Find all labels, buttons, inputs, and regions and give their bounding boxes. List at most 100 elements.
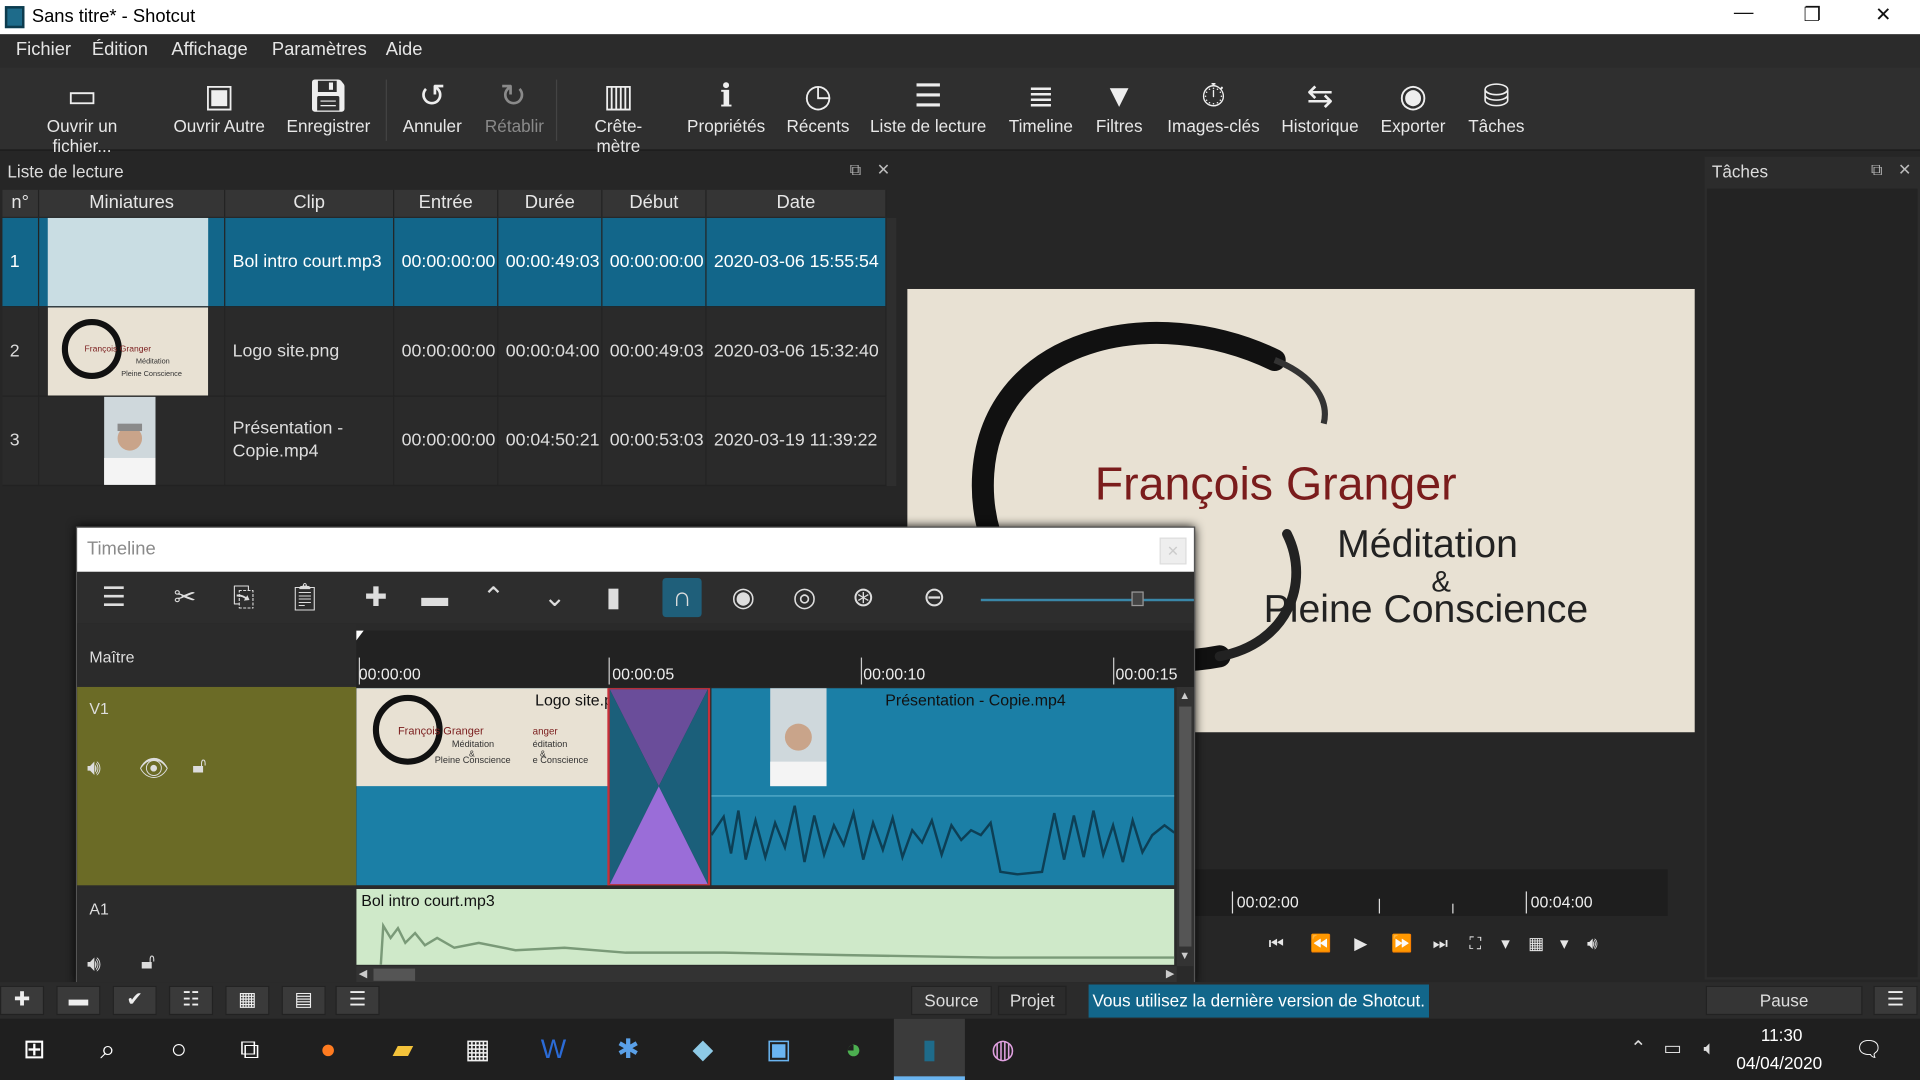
skip-start-icon[interactable]: ⏮ xyxy=(1269,933,1287,954)
playlist-menu-icon[interactable]: ☰ xyxy=(335,985,380,1016)
volume-icon[interactable]: 🔊︎ xyxy=(1587,933,1600,954)
properties-button[interactable]: ℹ Propriétés xyxy=(686,75,767,136)
ripple-icon[interactable]: ◎ xyxy=(785,578,824,617)
scroll-down-icon[interactable]: ▼ xyxy=(1179,949,1191,964)
peak-meter-button[interactable]: ▥ Crête-mètre xyxy=(573,75,664,155)
timeline-hscrollbar[interactable]: ◀ ▶ xyxy=(356,966,1177,984)
undo-button[interactable]: ↺ Annuler xyxy=(402,75,463,136)
tile-view-icon[interactable]: ▦ xyxy=(225,985,270,1016)
open-file-button[interactable]: ▭ Ouvrir un fichier... xyxy=(17,75,147,155)
vscroll-thumb[interactable] xyxy=(1179,706,1192,947)
menu-edition[interactable]: Édition xyxy=(92,39,148,60)
timeline-menu-icon[interactable]: ☰ xyxy=(94,578,133,617)
col-start[interactable]: Début xyxy=(602,189,707,217)
project-tab[interactable]: Projet xyxy=(997,985,1067,1016)
copy-icon[interactable]: ⎘ xyxy=(224,578,263,617)
play-icon[interactable]: ▶ xyxy=(1354,933,1370,954)
a1-track-header[interactable]: A1 🔊︎ 🔓︎ xyxy=(77,887,357,984)
remove-icon[interactable]: ▬ xyxy=(415,578,454,617)
playlist-remove-icon[interactable]: ▬ xyxy=(56,985,101,1016)
chrome-icon[interactable]: ◕ xyxy=(834,1031,873,1068)
table-row[interactable]: 1 Bol intro court.mp3 00:00:00:00 00:00:… xyxy=(2,217,887,308)
close-panel-icon[interactable]: ✕ xyxy=(877,160,890,180)
control-panel-icon[interactable]: ▣ xyxy=(759,1031,798,1068)
col-thumbnails[interactable]: Miniatures xyxy=(39,189,226,217)
close-button[interactable]: ✕ xyxy=(1859,2,1908,31)
player-scrubber[interactable]: 00:02:00 00:04:00 xyxy=(1195,869,1668,916)
playlist-button[interactable]: ☰ Liste de lecture xyxy=(869,75,987,136)
append-icon[interactable]: ✚ xyxy=(356,578,395,617)
close-panel-icon[interactable]: ✕ xyxy=(1898,160,1911,180)
pause-jobs-button[interactable]: Pause xyxy=(1705,985,1863,1016)
float-icon[interactable]: ⧉ xyxy=(850,160,861,180)
maximize-button[interactable]: ❐ xyxy=(1788,2,1837,31)
speaker-icon[interactable]: 🔈︎ xyxy=(1690,1031,1729,1068)
menu-affichage[interactable]: Affichage xyxy=(171,39,247,60)
mute-icon[interactable]: 🔊︎ xyxy=(87,951,101,977)
file-explorer-icon[interactable]: ▰ xyxy=(383,1031,422,1068)
playlist-add-icon[interactable]: ✚ xyxy=(0,985,45,1016)
cut-icon[interactable]: ✂ xyxy=(165,578,204,617)
open-other-button[interactable]: ▣ Ouvrir Autre xyxy=(171,75,267,136)
jobs-menu-icon[interactable]: ☰ xyxy=(1873,985,1918,1016)
logo-clip[interactable]: François Granger Méditation & Pleine Con… xyxy=(356,688,613,886)
split-icon[interactable]: ▮ xyxy=(594,578,633,617)
grid-dropdown-icon[interactable]: ▾ xyxy=(1560,933,1571,954)
windows-start-icon[interactable]: ⊞ xyxy=(15,1031,54,1068)
task-view-icon[interactable]: ⧉ xyxy=(230,1031,269,1068)
presentation-clip[interactable]: Présentation - Copie.mp4 xyxy=(710,688,1175,886)
hscroll-thumb[interactable] xyxy=(373,968,416,981)
col-duration[interactable]: Durée xyxy=(498,189,603,217)
fast-forward-icon[interactable]: ⏩ xyxy=(1391,933,1415,954)
filters-button[interactable]: ▼ Filtres xyxy=(1092,75,1146,136)
ripple-all-icon[interactable]: ⊛ xyxy=(844,578,883,617)
detail-view-icon[interactable]: ☷ xyxy=(168,985,214,1016)
export-button[interactable]: ◉ Exporter xyxy=(1379,75,1448,136)
paint-icon[interactable]: ◍ xyxy=(983,1031,1022,1068)
scroll-left-icon[interactable]: ◀ xyxy=(359,967,367,980)
zoom-slider[interactable] xyxy=(980,598,1194,602)
notifications-icon[interactable]: 🗨︎ xyxy=(1849,1031,1888,1068)
float-icon[interactable]: ⧉ xyxy=(1871,160,1882,180)
col-date[interactable]: Date xyxy=(706,189,887,217)
zoom-dropdown-icon[interactable]: ▾ xyxy=(1501,933,1512,954)
history-button[interactable]: ⇆ Historique xyxy=(1278,75,1361,136)
shotcut-taskbar-icon[interactable]: ▮ xyxy=(893,1018,965,1080)
timeline-vscrollbar[interactable]: ▲ ▼ xyxy=(1176,686,1194,967)
mute-icon[interactable]: 🔊︎ xyxy=(87,756,101,782)
col-clip[interactable]: Clip xyxy=(225,189,395,217)
icon-view-icon[interactable]: ▤ xyxy=(281,985,326,1016)
scroll-up-icon[interactable]: ▲ xyxy=(1179,689,1191,704)
keyframes-button[interactable]: ⏱︎ Images-clés xyxy=(1166,75,1262,136)
lock-icon[interactable]: 🔓︎ xyxy=(141,949,155,975)
clock-time[interactable]: 11:30 xyxy=(1761,1025,1803,1045)
timeline-button[interactable]: ≣ Timeline xyxy=(1007,75,1076,136)
skip-end-icon[interactable]: ⏭ xyxy=(1433,933,1451,954)
v1-track-header[interactable]: V1 🔊︎ 👁︎ 🔓︎ xyxy=(77,686,357,886)
lock-icon[interactable]: 🔓︎ xyxy=(192,753,206,779)
minimize-button[interactable]: — xyxy=(1719,2,1768,31)
playhead-marker[interactable] xyxy=(356,630,364,641)
zoom-slider-handle[interactable] xyxy=(1131,591,1144,607)
audio-clip[interactable]: Bol intro court.mp3 xyxy=(356,888,1175,965)
col-in[interactable]: Entrée xyxy=(394,189,499,217)
overwrite-icon[interactable]: ⌄ xyxy=(535,578,574,617)
zoom-out-icon[interactable]: ⊖ xyxy=(915,578,954,617)
timeline-close-icon[interactable]: ✕ xyxy=(1159,537,1187,565)
menu-fichier[interactable]: Fichier xyxy=(16,39,71,60)
playlist-update-icon[interactable]: ✔ xyxy=(112,985,157,1016)
rewind-icon[interactable]: ⏪ xyxy=(1310,933,1334,954)
cortana-icon[interactable]: ○ xyxy=(159,1031,198,1068)
zoom-fit-icon[interactable]: ⛶ xyxy=(1469,933,1483,954)
table-row[interactable]: 2 François Granger Méditation Pleine Con… xyxy=(2,307,887,397)
clock-date[interactable]: 04/04/2020 xyxy=(1736,1053,1822,1073)
playlist-scrollbar[interactable] xyxy=(886,217,897,487)
save-button[interactable]: 💾︎ Enregistrer xyxy=(287,75,371,136)
timeline-ruler[interactable]: 00:00:00 00:00:05 00:00:10 00:00:15 xyxy=(356,630,1194,687)
redo-button[interactable]: ↻ Rétablir xyxy=(485,75,544,136)
source-tab[interactable]: Source xyxy=(911,985,992,1016)
grid-icon[interactable]: ▦ xyxy=(1528,933,1547,954)
eye-icon[interactable]: 👁︎ xyxy=(138,753,169,784)
firefox-icon[interactable]: ● xyxy=(309,1031,348,1068)
lift-icon[interactable]: ⌃ xyxy=(474,578,513,617)
